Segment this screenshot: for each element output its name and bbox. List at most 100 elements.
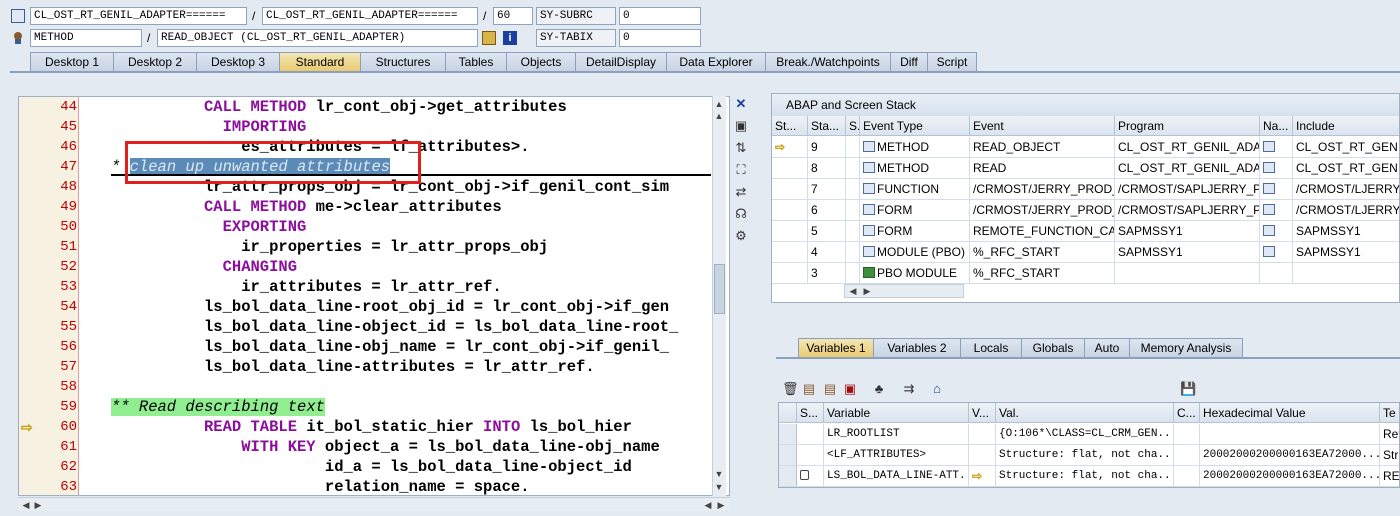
variable-value[interactable]: {O:106*\CLASS=CL_CRM_GEN... xyxy=(996,424,1174,445)
var-col-header[interactable]: Hexadecimal Value xyxy=(1200,403,1380,423)
folder-icon[interactable]: ⌂ xyxy=(929,381,945,397)
tab-desktop-2[interactable]: Desktop 2 xyxy=(113,52,197,72)
scroll-right-icon[interactable]: ▶ xyxy=(32,499,44,511)
save-variables-icon[interactable]: 💾 xyxy=(1180,381,1196,397)
var-tab-variables-2[interactable]: Variables 2 xyxy=(873,338,961,358)
navigate-icon[interactable] xyxy=(1263,141,1275,152)
new-tool-icon[interactable]: ▣ xyxy=(733,118,749,134)
variable-row[interactable]: LR_ROOTLIST {O:106*\CLASS=CL_CRM_GEN... Re… xyxy=(779,424,1399,445)
var-col-header[interactable] xyxy=(779,403,797,423)
stack-col-header[interactable]: Sta... xyxy=(808,116,846,136)
stack-row[interactable]: 5 FORM REMOTE_FUNCTION_CA... SAPMSSY1 SAPMSS… xyxy=(772,221,1399,242)
stack-navigate[interactable] xyxy=(1260,221,1293,242)
stack-col-header[interactable]: Program xyxy=(1115,116,1260,136)
swap-icon[interactable]: ⇄ xyxy=(733,184,749,200)
tab-data-explorer[interactable]: Data Explorer xyxy=(666,52,766,72)
stack-hscroll[interactable]: ◀ ▶ xyxy=(844,284,964,298)
scroll-up-icon[interactable]: ▲ xyxy=(713,98,725,110)
variable-value[interactable]: Structure: flat, not cha... xyxy=(996,445,1174,466)
delete-icon[interactable]: 🗑 xyxy=(782,381,799,397)
var-tab-globals[interactable]: Globals xyxy=(1021,338,1085,358)
variable-name[interactable]: LR_ROOTLIST xyxy=(824,424,969,445)
tab-objects[interactable]: Objects xyxy=(506,52,576,72)
stack-row[interactable]: 6 FORM/CRMOST/JERRY_PROD_.../CRMOST/SAPLJ… xyxy=(772,200,1399,221)
var-col-header[interactable]: V... xyxy=(969,403,996,423)
stack-col-header[interactable]: S... xyxy=(846,116,860,136)
variable-value[interactable]: Structure: flat, not cha... xyxy=(996,466,1174,487)
variable-change-marker[interactable]: ⇨ xyxy=(969,466,996,487)
tab-break-watchpoints[interactable]: Break./Watchpoints xyxy=(765,52,891,72)
scroll-down-icon[interactable]: ▼ xyxy=(713,468,725,480)
var-tab-locals[interactable]: Locals xyxy=(960,338,1022,358)
stack-row[interactable]: 4 MODULE (PBO) %_RFC_START SAPMSSY1 SAPMSSY1 xyxy=(772,242,1399,263)
hierarchy-icon[interactable]: ♣ xyxy=(871,381,887,397)
stack-navigate[interactable] xyxy=(1260,137,1293,158)
row-selector[interactable] xyxy=(779,445,797,466)
stack-col-header[interactable]: Na... xyxy=(1260,116,1293,136)
event-type-field[interactable]: METHOD xyxy=(30,29,142,47)
stack-navigate[interactable] xyxy=(1260,242,1293,263)
program-field-1[interactable]: CL_OST_RT_GENIL_ADAPTER====== xyxy=(30,7,247,25)
line-number-field[interactable]: 60 xyxy=(493,7,533,25)
stack-col-header[interactable]: Event xyxy=(970,116,1115,136)
scroll-right-icon[interactable]: ▶ xyxy=(861,285,873,297)
stack-row[interactable]: ⇨ 9 METHOD READ_OBJECT CL_OST_RT_GENIL_ADA..… xyxy=(772,137,1399,158)
variable-name[interactable]: <LF_ATTRIBUTES> xyxy=(824,445,969,466)
navigate-icon[interactable] xyxy=(1263,204,1275,215)
export-icon[interactable]: ⇉ xyxy=(901,381,917,397)
var-tab-variables-1[interactable]: Variables 1 xyxy=(798,338,874,358)
var-col-header[interactable]: C... xyxy=(1174,403,1200,423)
variable-change-marker[interactable] xyxy=(969,445,996,466)
stack-col-header[interactable]: St... xyxy=(772,116,808,136)
stack-col-header[interactable]: Event Type xyxy=(860,116,970,136)
tab-tables[interactable]: Tables xyxy=(445,52,507,72)
scroll-left-icon[interactable]: ◀ xyxy=(702,499,714,511)
services-icon[interactable]: ☊ xyxy=(733,206,749,222)
stack-row[interactable]: 3 PBO MODULE %_RFC_START xyxy=(772,263,1399,284)
scroll-right-icon[interactable]: ▶ xyxy=(715,499,727,511)
stack-navigate[interactable] xyxy=(1260,200,1293,221)
var-col-header[interactable]: Val. xyxy=(996,403,1174,423)
save-icon[interactable]: ▣ xyxy=(842,381,858,397)
var-col-header[interactable]: Variable xyxy=(824,403,969,423)
scroll-down-icon[interactable]: ▼ xyxy=(713,481,725,493)
settings-icon[interactable]: ⚙ xyxy=(733,228,749,244)
variable-row[interactable]: LS_BOL_DATA_LINE-ATT... ⇨ Structure: flat,… xyxy=(779,466,1399,487)
display-icon[interactable]: ▤ xyxy=(822,381,838,397)
editor-horizontal-scrollbar[interactable]: ◀ ▶ ◀ ▶ xyxy=(18,497,730,511)
row-selector[interactable] xyxy=(779,466,797,487)
program-field-2[interactable]: CL_OST_RT_GENIL_ADAPTER====== xyxy=(262,7,478,25)
var-col-header[interactable]: S... xyxy=(797,403,824,423)
display-object-icon[interactable] xyxy=(482,31,496,45)
stack-row[interactable]: 7 FUNCTION/CRMOST/JERRY_PROD_.../CRMOST/S… xyxy=(772,179,1399,200)
row-selector[interactable] xyxy=(779,424,797,445)
close-icon[interactable]: ✕ xyxy=(733,96,749,112)
tab-standard[interactable]: Standard xyxy=(279,52,361,72)
tab-desktop-3[interactable]: Desktop 3 xyxy=(196,52,280,72)
maximize-icon[interactable]: ⛶ xyxy=(733,162,749,178)
stack-navigate[interactable] xyxy=(1260,158,1293,179)
scroll-left-icon[interactable]: ◀ xyxy=(847,285,859,297)
variable-name[interactable]: LS_BOL_DATA_LINE-ATT... xyxy=(824,466,969,487)
scroll-thumb[interactable] xyxy=(714,264,725,314)
stack-navigate[interactable] xyxy=(1260,179,1293,200)
var-col-header[interactable]: Te xyxy=(1380,403,1399,423)
tab-script[interactable]: Script xyxy=(927,52,977,72)
info-icon[interactable]: i xyxy=(503,31,517,45)
variable-row[interactable]: <LF_ATTRIBUTES> Structure: flat, not cha.… xyxy=(779,445,1399,466)
navigate-icon[interactable] xyxy=(1263,162,1275,173)
tab-desktop-1[interactable]: Desktop 1 xyxy=(30,52,114,72)
var-tab-memory-analysis[interactable]: Memory Analysis xyxy=(1129,338,1243,358)
tab-structures[interactable]: Structures xyxy=(360,52,446,72)
stack-row[interactable]: 8 METHOD READ CL_OST_RT_GENIL_ADA... CL_OST_… xyxy=(772,158,1399,179)
swap-tool-icon[interactable]: ⇅ xyxy=(733,140,749,156)
var-tab-auto[interactable]: Auto xyxy=(1084,338,1130,358)
navigate-icon[interactable] xyxy=(1263,246,1275,257)
tab-diff[interactable]: Diff xyxy=(890,52,928,72)
scroll-up-icon[interactable]: ▲ xyxy=(713,110,725,122)
editor-vertical-scrollbar[interactable]: ▲ ▲ ▼ ▼ xyxy=(712,96,726,496)
tab-detaildisplay[interactable]: DetailDisplay xyxy=(575,52,667,72)
variable-change-marker[interactable] xyxy=(969,424,996,445)
scroll-left-icon[interactable]: ◀ xyxy=(20,499,32,511)
stack-navigate[interactable] xyxy=(1260,263,1293,284)
